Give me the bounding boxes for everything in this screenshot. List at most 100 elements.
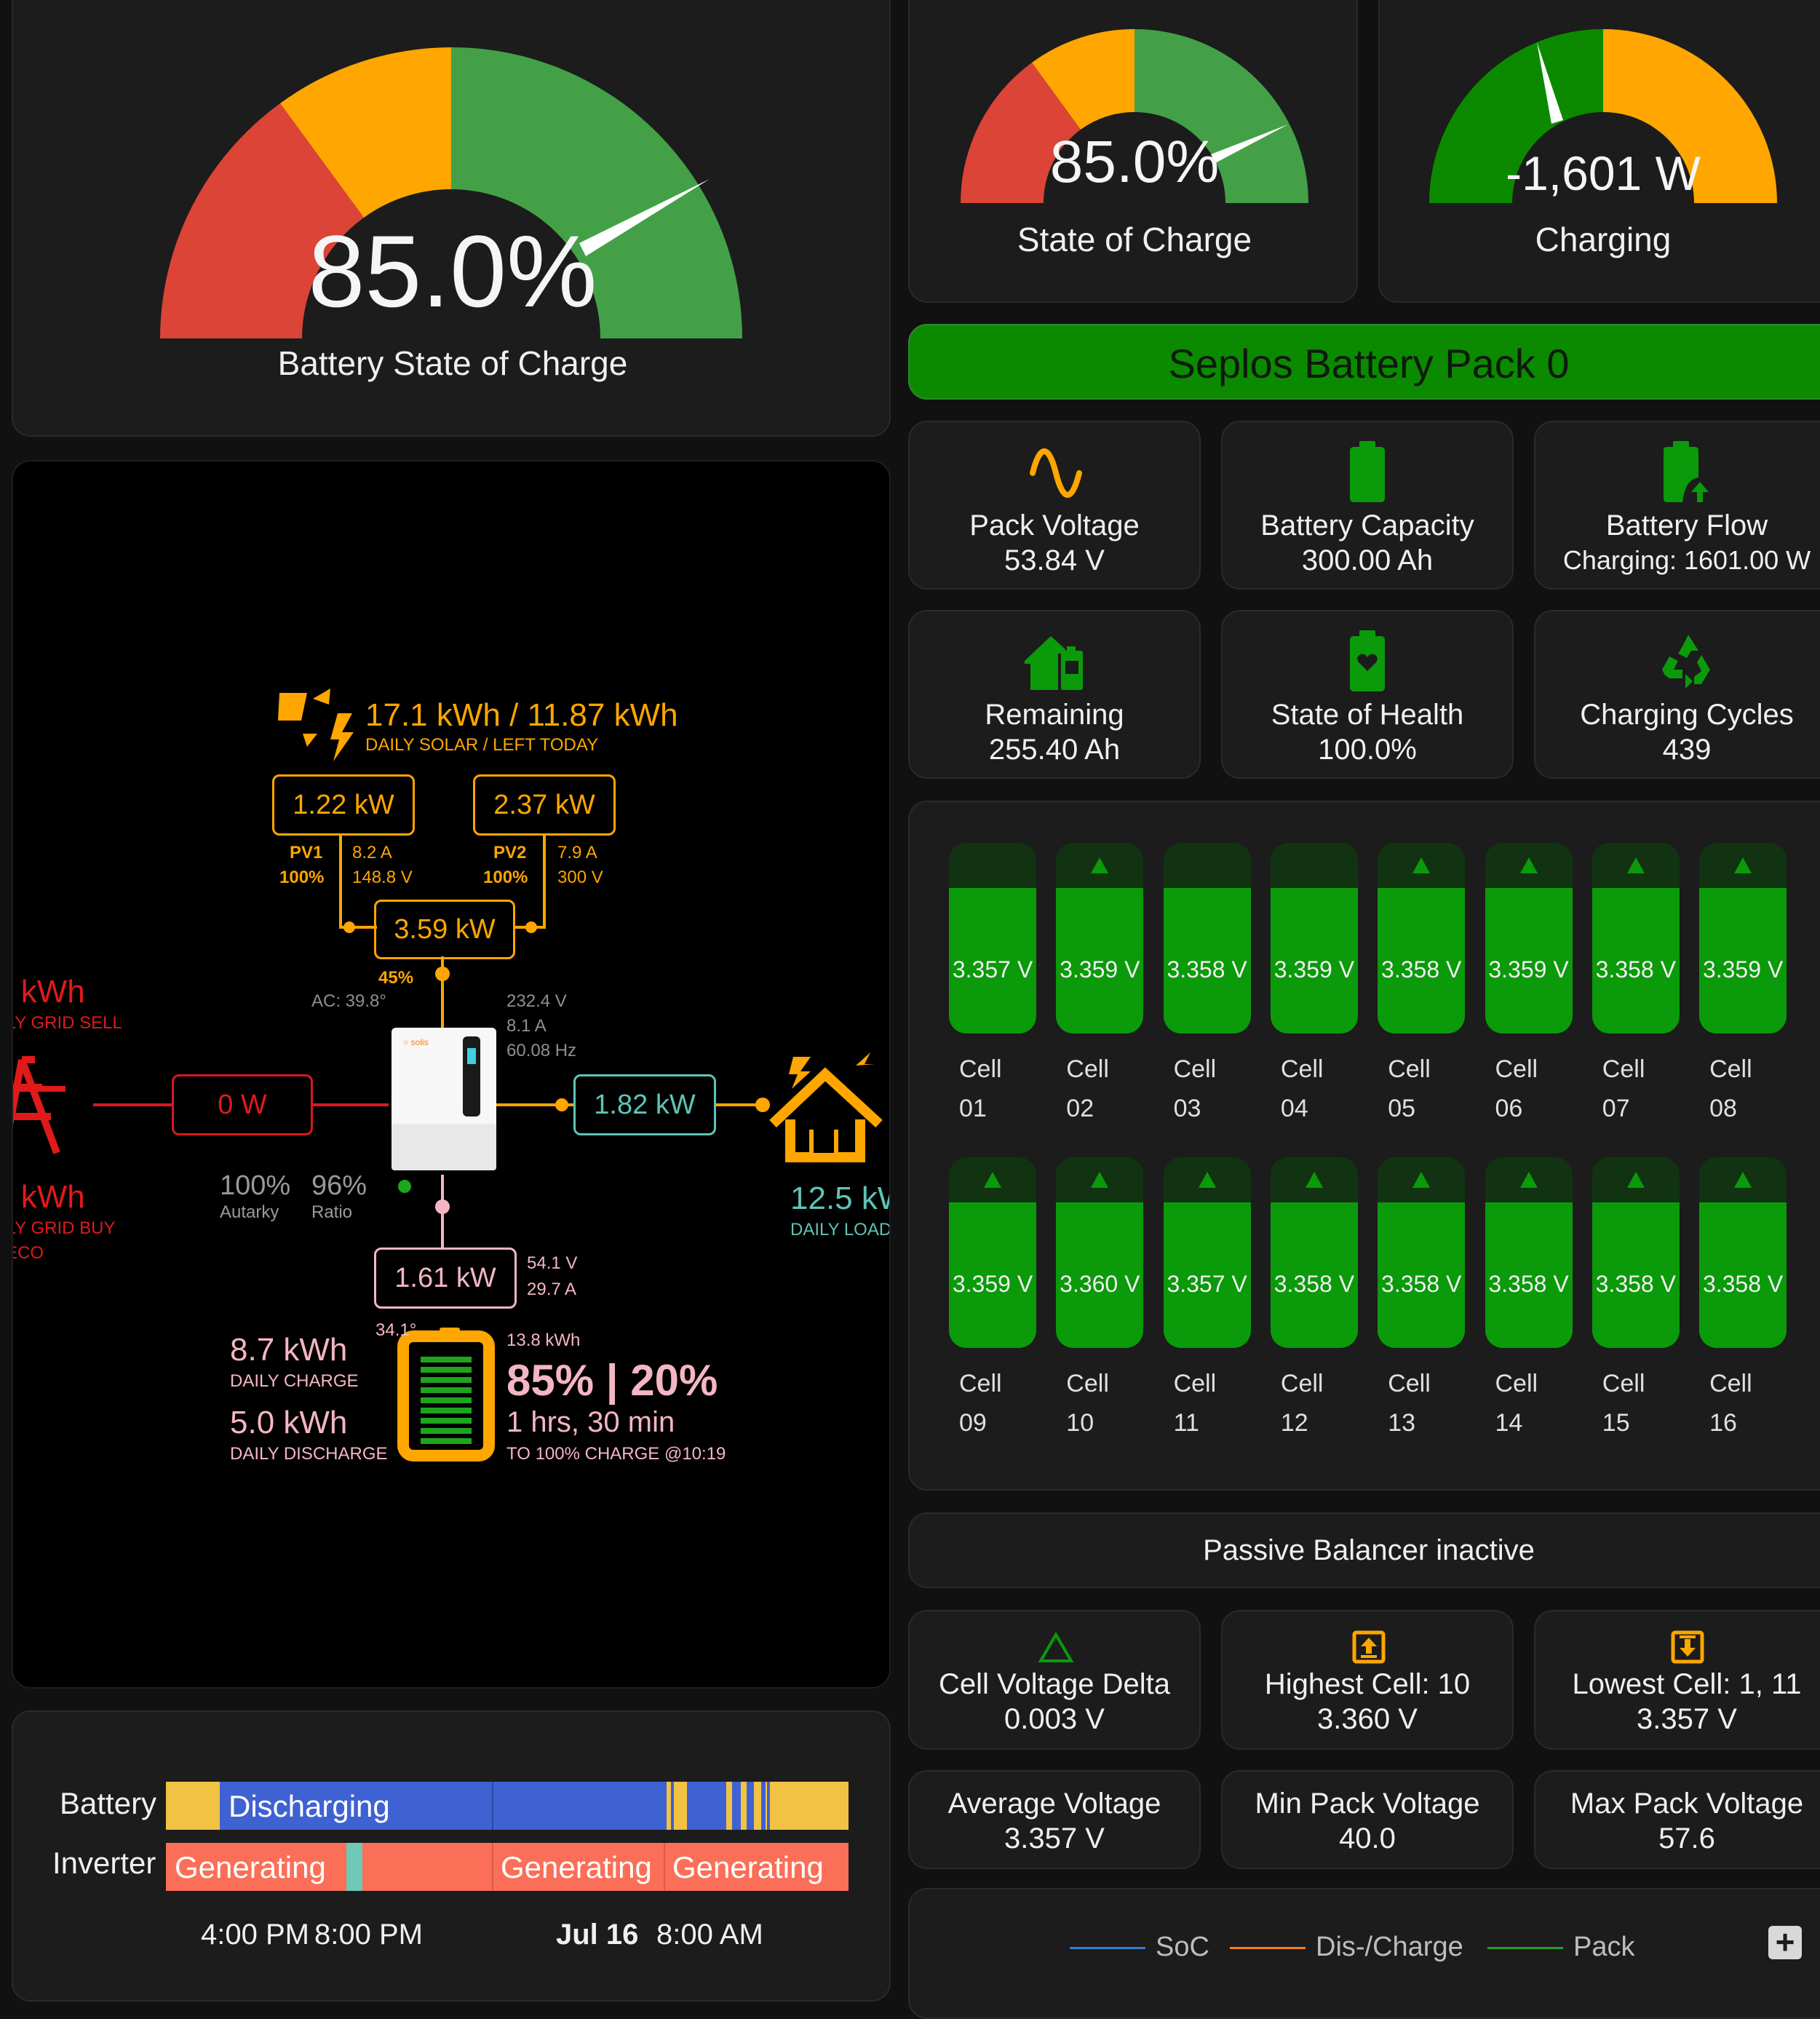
grid-power-box[interactable]: 0 W	[172, 1074, 313, 1135]
cells-card[interactable]: 3.357 V Cell 01 3.359 V Cell 02 3.358 V Cell 03 3…	[908, 801, 1820, 1491]
battery-flow-tile[interactable]: Battery Flow Charging: 1601.00 W	[1534, 421, 1820, 590]
cell-voltage: 3.358 V	[1381, 956, 1462, 983]
load-power-box[interactable]: 1.82 kW	[573, 1074, 716, 1135]
battery-cell[interactable]: 3.358 V	[1485, 1157, 1575, 1354]
battery-cell[interactable]: 3.359 V	[949, 1157, 1039, 1354]
timeline-battery-bar[interactable]: Discharging	[166, 1782, 849, 1830]
battery-cell[interactable]: 3.358 V	[1699, 1157, 1789, 1354]
solar-icon	[278, 689, 354, 761]
history-chart-card[interactable]: SoC Dis-/Charge Pack +	[908, 1888, 1820, 2019]
battery-energy: 13.8 kWh	[506, 1330, 581, 1350]
cell-label-text: Cell	[1602, 1055, 1645, 1083]
highest-cell-value: 3.360 V	[1317, 1703, 1418, 1735]
battery-cell[interactable]: 3.358 V	[1378, 843, 1468, 1039]
cell-voltage: 3.358 V	[1488, 1271, 1569, 1297]
timeline-segment	[492, 1782, 493, 1830]
state-of-health-tile[interactable]: State of Health 100.0%	[1221, 610, 1514, 779]
legend-discharge[interactable]: Dis-/Charge	[1230, 1932, 1463, 1963]
grid-eco: ECO	[13, 1243, 44, 1263]
cell-number: 06	[1495, 1095, 1523, 1122]
lowest-cell-tile[interactable]: Lowest Cell: 1, 11 3.357 V	[1534, 1610, 1820, 1750]
battery-cell[interactable]: 3.360 V	[1056, 1157, 1146, 1354]
timeline-inverter-bar[interactable]: Generating Generating Generating	[166, 1843, 849, 1891]
daily-charge-label: DAILY CHARGE	[230, 1371, 359, 1391]
battery-cell[interactable]: 3.358 V	[1591, 1157, 1682, 1354]
cell-label-text: Cell	[1066, 1055, 1109, 1083]
charging-cycles-tile[interactable]: Charging Cycles 439	[1534, 610, 1820, 779]
battery-dot	[435, 1199, 450, 1214]
add-icon[interactable]: +	[1768, 1925, 1802, 1959]
balancer-card[interactable]: Passive Balancer inactive	[908, 1512, 1820, 1588]
legend-soc[interactable]: SoC	[1070, 1932, 1209, 1963]
battery-cell[interactable]: 3.358 V	[1163, 843, 1254, 1039]
pv-total-pct: 45%	[378, 968, 414, 988]
legend-pack[interactable]: Pack	[1487, 1932, 1634, 1963]
cell-label: Cell 16	[1709, 1364, 1752, 1443]
cell-voltage: 3.357 V	[952, 956, 1033, 983]
battery-cell[interactable]: 3.357 V	[1163, 1157, 1254, 1354]
battery-cell[interactable]: 3.358 V	[1270, 1157, 1361, 1354]
timeline-card[interactable]: Battery Inverter Discharging Generating …	[12, 1710, 891, 2002]
soc-gauge-card[interactable]: 85.0% State of Charge	[908, 0, 1358, 303]
state-of-health-title: State of Health	[1271, 699, 1464, 731]
balance-arrow-icon	[1412, 1172, 1431, 1188]
battery-power-box[interactable]: 1.61 kW	[374, 1248, 517, 1309]
sine-wave-icon	[1030, 448, 1082, 498]
battery-capacity-tile[interactable]: Battery Capacity 300.00 Ah	[1221, 421, 1514, 590]
grid-power: 0 W	[218, 1089, 267, 1120]
cell-label-text: Cell	[1173, 1370, 1217, 1397]
legend-pack-swatch	[1487, 1947, 1563, 1950]
balance-arrow-icon	[1198, 1172, 1216, 1188]
timeline-segment	[761, 1782, 766, 1830]
pack-banner[interactable]: Seplos Battery Pack 0	[908, 324, 1820, 400]
power-flow-card[interactable]: ○ solis 17.1 kWh / 11.87 kWh DAILY SOLAR…	[12, 460, 891, 1689]
pv2-power-box[interactable]: 2.37 kW	[473, 774, 616, 836]
legend-pack-label: Pack	[1573, 1932, 1635, 1962]
battery-cell[interactable]: 3.357 V	[949, 843, 1039, 1039]
cell-voltage: 3.359 V	[1273, 956, 1355, 983]
cell-delta-tile[interactable]: Cell Voltage Delta 0.003 V	[908, 1610, 1201, 1750]
main-gauge-card[interactable]: 85.0% Battery State of Charge	[12, 0, 891, 437]
battery-cell[interactable]: 3.358 V	[1378, 1157, 1468, 1354]
cell-label: Cell 01	[959, 1050, 1002, 1128]
min-pack-voltage-title: Min Pack Voltage	[1255, 1788, 1480, 1820]
power-gauge-card[interactable]: -1,601 W Charging	[1378, 0, 1820, 303]
timeline-inverter-idle	[346, 1843, 362, 1891]
balance-arrow-icon	[1412, 857, 1431, 873]
soc-gauge-label: State of Charge	[1017, 221, 1252, 258]
balance-arrow-icon	[1091, 1172, 1109, 1188]
battery-cell[interactable]: 3.359 V	[1485, 843, 1575, 1039]
pv2-volts: 300 V	[557, 868, 603, 887]
cell-voltage: 3.359 V	[1702, 956, 1784, 983]
battery-charging-icon	[1664, 441, 1709, 502]
battery-cell[interactable]: 3.358 V	[1591, 843, 1682, 1039]
cell-label: Cell 03	[1174, 1050, 1217, 1128]
cell-label-text: Cell	[1280, 1055, 1324, 1083]
pv-total-box[interactable]: 3.59 kW	[374, 900, 515, 959]
pack-voltage-tile[interactable]: Pack Voltage 53.84 V	[908, 421, 1201, 590]
grid-buy: 0 kWh	[13, 1179, 85, 1215]
battery-cell[interactable]: 3.359 V	[1270, 843, 1361, 1039]
cell-label: Cell 09	[959, 1364, 1002, 1443]
battery-soc: 85% | 20%	[506, 1356, 718, 1405]
cell-label: Cell 04	[1281, 1050, 1324, 1128]
min-pack-voltage-tile[interactable]: Min Pack Voltage 40.0	[1221, 1770, 1514, 1869]
cell-delta-title: Cell Voltage Delta	[939, 1668, 1170, 1700]
pack-voltage-value: 53.84 V	[1004, 544, 1105, 576]
battery-cell[interactable]: 3.359 V	[1699, 843, 1789, 1039]
timeline-battery-discharging[interactable]: Discharging	[220, 1782, 664, 1830]
pv2-pct: 100%	[483, 868, 528, 887]
battery-flow-icon	[397, 1328, 495, 1461]
battery-cell[interactable]: 3.359 V	[1056, 843, 1146, 1039]
lowest-cell-value: 3.357 V	[1637, 1703, 1737, 1735]
max-pack-voltage-tile[interactable]: Max Pack Voltage 57.6	[1534, 1770, 1820, 1869]
highest-cell-tile[interactable]: Highest Cell: 10 3.360 V	[1221, 1610, 1514, 1750]
cell-number: 02	[1066, 1095, 1094, 1122]
pv1-power-box[interactable]: 1.22 kW	[272, 774, 415, 836]
pack-voltage-title: Pack Voltage	[969, 509, 1140, 542]
max-pack-voltage-title: Max Pack Voltage	[1570, 1788, 1804, 1820]
cell-label-text: Cell	[1709, 1370, 1752, 1397]
average-voltage-tile[interactable]: Average Voltage 3.357 V	[908, 1770, 1201, 1869]
balance-arrow-icon	[1734, 857, 1752, 873]
remaining-tile[interactable]: Remaining 255.40 Ah	[908, 610, 1201, 779]
